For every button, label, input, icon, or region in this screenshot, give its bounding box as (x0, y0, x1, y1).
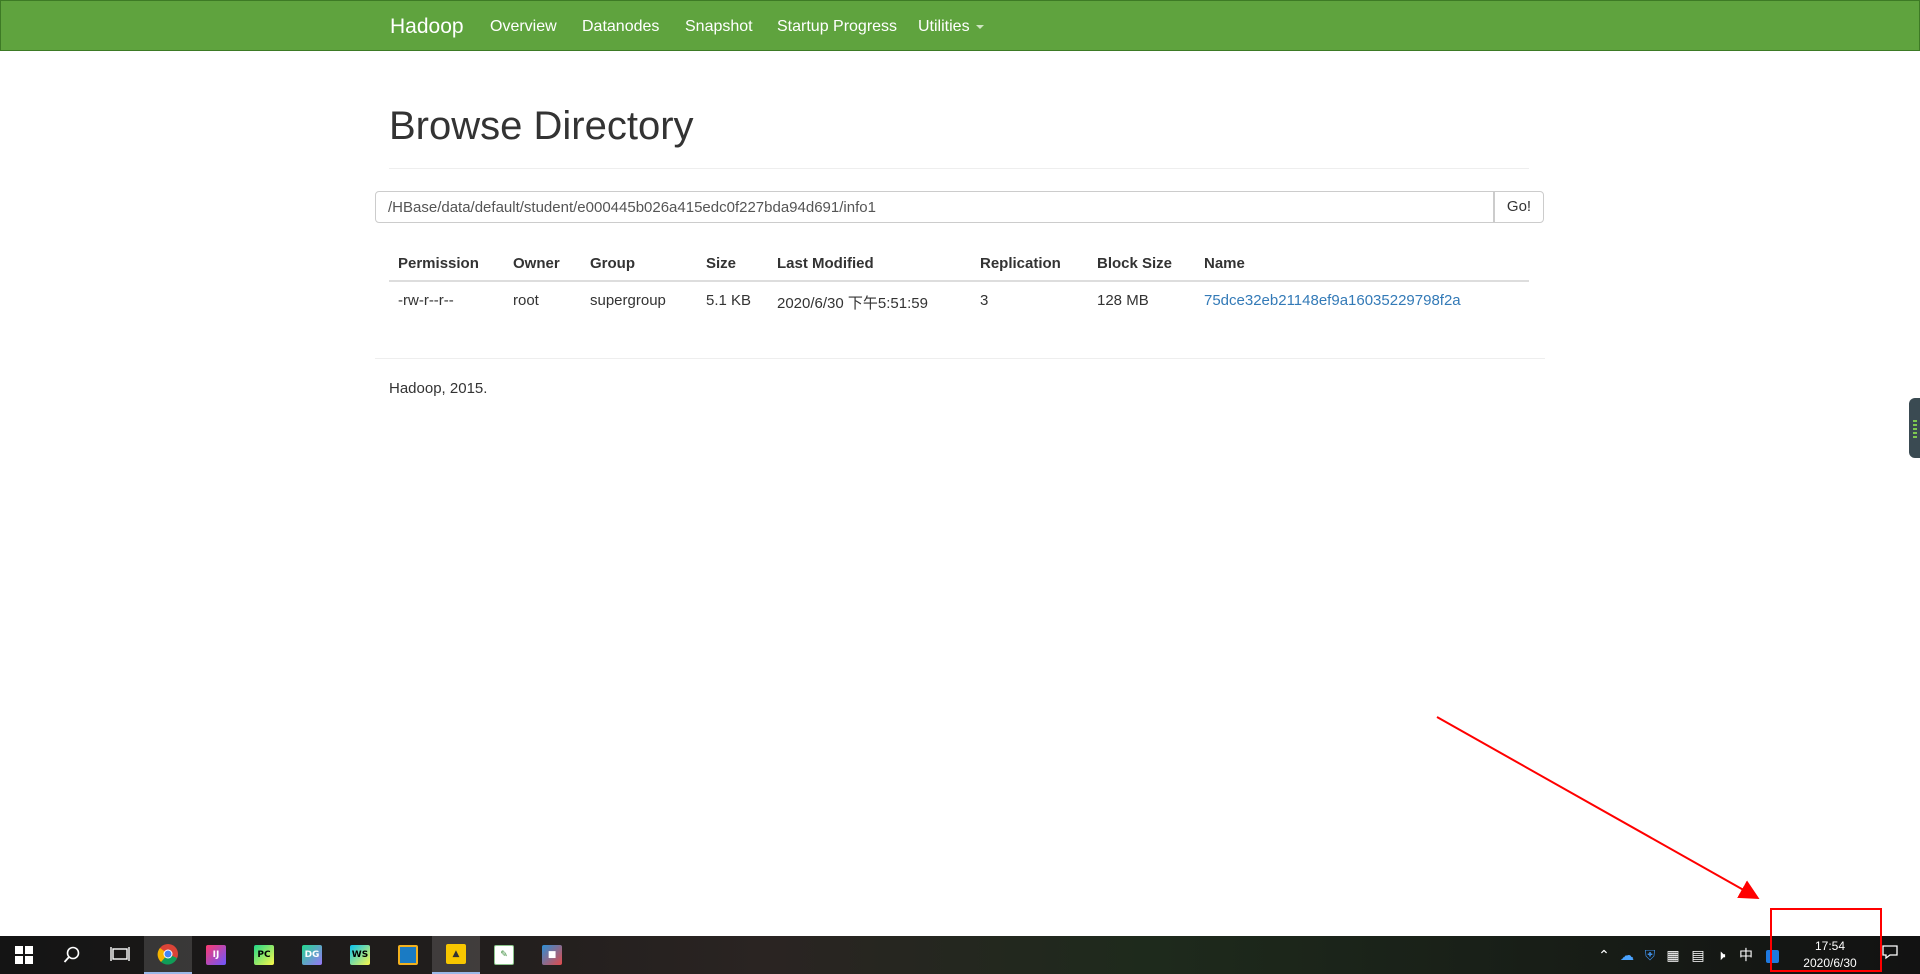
shield-icon[interactable]: ⛨ (1638, 936, 1662, 974)
cell-permission: -rw-r--r-- (398, 292, 454, 309)
nav-utilities-label: Utilities (918, 18, 970, 35)
chevron-up-icon[interactable]: ⌃ (1592, 936, 1616, 974)
meter-bar-icon (1913, 420, 1917, 422)
footer-divider (375, 358, 1545, 359)
clock-date: 2020/6/30 (1803, 956, 1857, 970)
nav-snapshot[interactable]: Snapshot (685, 1, 753, 52)
header-name[interactable]: Name (1204, 255, 1245, 272)
cell-size: 5.1 KB (706, 292, 752, 309)
task-view-icon[interactable] (96, 936, 144, 974)
meter-bar-icon (1913, 432, 1917, 434)
cell-block-size: 128 MB (1097, 292, 1149, 309)
chrome-icon[interactable] (144, 936, 192, 974)
windows-start-icon[interactable] (0, 936, 48, 974)
virtualbox-icon[interactable] (384, 936, 432, 974)
app-yellow-icon[interactable]: ▲ (432, 936, 480, 974)
nav-overview[interactable]: Overview (490, 1, 557, 52)
meter-bar-icon (1913, 424, 1917, 426)
notification-center-icon[interactable] (1875, 936, 1905, 974)
file-name-link[interactable]: 75dce32eb21148ef9a16035229798f2a (1204, 292, 1461, 309)
header-block-size[interactable]: Block Size (1097, 255, 1172, 272)
notepad-icon[interactable]: ✎ (480, 936, 528, 974)
intellij-idea-icon[interactable]: IJ (192, 936, 240, 974)
search-icon[interactable] (48, 936, 96, 974)
header-size[interactable]: Size (706, 255, 736, 272)
cell-owner: root (513, 292, 539, 309)
cloud-sync-icon[interactable]: ☁ (1615, 936, 1639, 974)
nav-startup-progress[interactable]: Startup Progress (777, 1, 897, 52)
taskbar-clock[interactable]: 17:54 2020/6/30 (1780, 936, 1880, 974)
nav-utilities-dropdown[interactable]: Utilities (918, 1, 984, 52)
pycharm-icon[interactable]: PC (240, 936, 288, 974)
header-permission[interactable]: Permission (398, 255, 479, 272)
header-owner[interactable]: Owner (513, 255, 560, 272)
datagrip-icon[interactable]: DG (288, 936, 336, 974)
ime-indicator[interactable]: 中 (1734, 936, 1758, 974)
clock-time: 17:54 (1814, 939, 1846, 953)
cell-last-modified: 2020/6/30 下午5:51:59 (777, 295, 928, 312)
nav-datanodes[interactable]: Datanodes (582, 1, 659, 52)
network-icon[interactable]: ▤ (1686, 936, 1710, 974)
cell-replication: 3 (980, 292, 989, 309)
volume-icon[interactable]: 🕨 (1709, 936, 1733, 974)
header-replication[interactable]: Replication (980, 255, 1061, 272)
side-monitor-widget[interactable] (1909, 398, 1920, 458)
top-navbar: Hadoop Overview Datanodes Snapshot Start… (0, 0, 1920, 51)
footer-text: Hadoop, 2015. (389, 380, 488, 397)
brand-link[interactable]: Hadoop (390, 1, 464, 52)
directory-path-input[interactable] (375, 191, 1494, 223)
red-annotation-overlay (1436, 716, 1882, 972)
meter-bar-icon (1913, 436, 1917, 438)
chevron-down-icon (975, 24, 984, 29)
annotation-arrow (1436, 716, 1760, 899)
header-group[interactable]: Group (590, 255, 635, 272)
image-viewer-icon[interactable]: ■ (528, 936, 576, 974)
go-button[interactable]: Go! (1494, 191, 1544, 223)
header-last-modified[interactable]: Last Modified (777, 255, 874, 272)
webstorm-icon[interactable]: WS (336, 936, 384, 974)
divider (389, 168, 1529, 169)
meter-bar-icon (1913, 428, 1917, 430)
page-title: Browse Directory (389, 104, 694, 148)
table-header-divider (389, 280, 1529, 282)
cell-group: supergroup (590, 292, 666, 309)
grid-app-icon[interactable]: ▦ (1661, 936, 1685, 974)
